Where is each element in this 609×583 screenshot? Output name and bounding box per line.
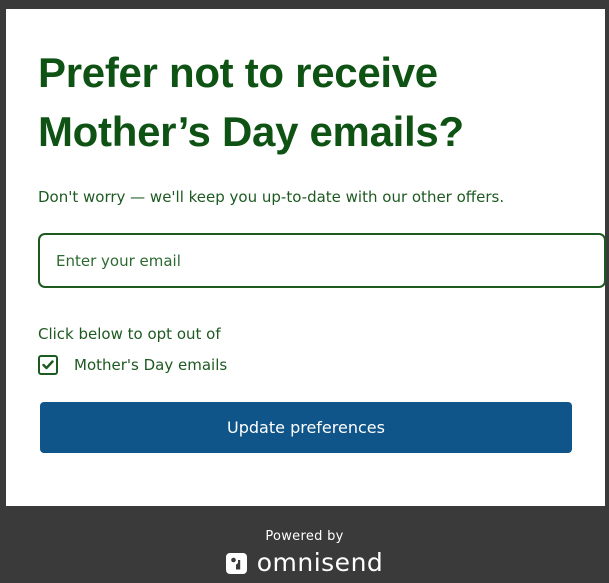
popup-title: Prefer not to receive Mother’s Day email… [38, 49, 464, 155]
popup-subtitle: Don't worry — we'll keep you up-to-date … [38, 188, 505, 206]
omnisend-brand-link[interactable]: omnisend [0, 549, 609, 577]
checkmark-icon [42, 360, 54, 370]
optout-label: Click below to opt out of [38, 325, 221, 343]
popup-card: Prefer not to receive Mother’s Day email… [6, 9, 606, 506]
brand-name: omnisend [256, 548, 384, 577]
mothers-day-checkbox-label: Mother's Day emails [74, 356, 228, 374]
powered-by-text: Powered by [265, 529, 344, 544]
footer: Powered by omnisend [0, 506, 609, 583]
update-preferences-button[interactable]: Update preferences [40, 402, 572, 453]
email-input[interactable] [38, 233, 606, 288]
mothers-day-checkbox[interactable] [38, 355, 58, 375]
omnisend-logo-icon [225, 552, 247, 574]
mothers-day-optout-option[interactable]: Mother's Day emails [38, 355, 227, 375]
